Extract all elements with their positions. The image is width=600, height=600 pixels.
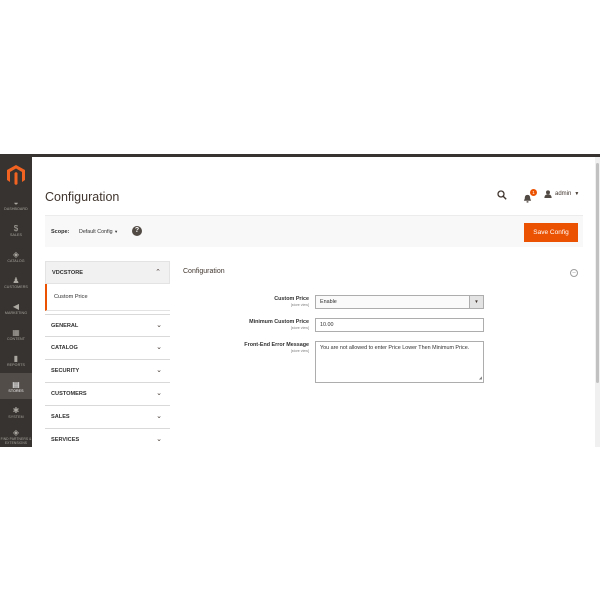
person-icon: ♟ xyxy=(12,275,20,285)
chevron-down-icon: ⌄ xyxy=(156,344,162,351)
resize-handle-icon[interactable]: ◢ xyxy=(479,374,482,381)
page-title: Configuration xyxy=(45,190,120,204)
textarea-value: You are not allowed to enter Price Lower… xyxy=(320,345,470,351)
tab-section-catalog[interactable]: CATALOG ⌄ xyxy=(45,337,170,360)
search-icon[interactable] xyxy=(497,190,507,203)
chevron-down-icon: ⌄ xyxy=(156,436,162,443)
tab-section-title: CUSTOMERS xyxy=(51,391,87,397)
nav-label: FIND PARTNERS & EXTENSIONS xyxy=(0,436,32,445)
layout-icon: ▦ xyxy=(12,327,20,337)
megaphone-icon: ◀ xyxy=(12,301,20,311)
page-scrollbar[interactable] xyxy=(595,157,600,447)
box-icon: ◈ xyxy=(12,427,20,437)
notification-badge: 1 xyxy=(530,189,537,196)
field-label: Custom Price [store view] xyxy=(274,296,309,307)
bar-chart-icon: ▮ xyxy=(13,353,19,363)
field-scope-text: [store view] xyxy=(290,326,309,330)
minimum-price-input[interactable]: 10.00 xyxy=(315,318,484,332)
dashboard-icon: ◒ xyxy=(13,197,19,207)
caret-down-icon: ▼ xyxy=(114,229,119,234)
tab-section-security[interactable]: SECURITY ⌄ xyxy=(45,360,170,383)
select-arrow-icon: ▼ xyxy=(469,296,483,308)
nav-label: MARKETING xyxy=(4,310,28,315)
nav-label: REPORTS xyxy=(6,362,25,367)
tab-section-title: GENERAL xyxy=(51,323,79,329)
scope-label: Scope: xyxy=(51,229,70,235)
section-title: Configuration xyxy=(183,268,225,275)
user-icon xyxy=(544,190,552,198)
scrollbar-thumb[interactable] xyxy=(596,163,599,383)
gear-icon: ✱ xyxy=(12,405,20,415)
tab-section-customers[interactable]: CUSTOMERS ⌄ xyxy=(45,383,170,406)
collapse-section-icon[interactable]: – xyxy=(570,269,578,277)
nav-item-reports[interactable]: ▮ REPORTS xyxy=(0,347,32,373)
tab-section-title: SALES xyxy=(51,414,70,420)
help-icon[interactable]: ? xyxy=(132,226,142,236)
chevron-down-icon: ⌄ xyxy=(156,390,162,397)
cube-icon: ◈ xyxy=(12,249,20,259)
tab-section-title: SECURITY xyxy=(51,368,80,374)
tab-section-sales[interactable]: SALES ⌄ xyxy=(45,406,170,429)
nav-item-customers[interactable]: ♟ CUSTOMERS xyxy=(0,269,32,295)
chevron-down-icon: ⌄ xyxy=(156,367,162,374)
tab-section-general[interactable]: GENERAL ⌄ xyxy=(45,314,170,337)
nav-item-content[interactable]: ▦ CONTENT xyxy=(0,321,32,347)
chevron-down-icon: ⌄ xyxy=(156,322,162,329)
scope-bar: Scope: Default Config ▼ ? Save Config xyxy=(45,215,583,247)
nav-item-marketing[interactable]: ◀ MARKETING xyxy=(0,295,32,321)
caret-down-icon: ▼ xyxy=(574,191,580,197)
scope-switcher[interactable]: Default Config ▼ xyxy=(79,229,118,235)
store-icon: ▤ xyxy=(12,379,20,389)
select-value: Enable xyxy=(320,299,337,305)
scope-value: Default Config xyxy=(79,229,113,235)
nav-item-catalog[interactable]: ◈ CATALOG xyxy=(0,243,32,269)
custom-price-select[interactable]: Enable ▼ xyxy=(315,295,484,309)
admin-screen: ◒ DASHBOARD $ SALES ◈ CATALOG ♟ CUSTOMER… xyxy=(0,154,600,447)
top-border xyxy=(0,154,600,157)
nav-label: SYSTEM xyxy=(8,414,24,419)
tab-section-title: SERVICES xyxy=(51,437,80,443)
header-actions: 1 admin ▼ xyxy=(497,189,579,203)
user-name: admin xyxy=(555,191,572,197)
chevron-down-icon: ⌄ xyxy=(156,413,162,420)
tab-section-title: VDCSTORE xyxy=(52,270,83,276)
tab-section-title: CATALOG xyxy=(51,345,78,351)
dollar-icon: $ xyxy=(13,223,19,233)
tab-item-custom-price[interactable]: Custom Price xyxy=(45,284,170,311)
nav-label: CATALOG xyxy=(7,258,25,263)
save-config-button[interactable]: Save Config xyxy=(524,223,578,242)
tab-section-services[interactable]: SERVICES ⌄ xyxy=(45,429,170,447)
notifications-button[interactable]: 1 xyxy=(523,189,537,203)
nav-label: CONTENT xyxy=(6,336,26,341)
chevron-up-icon: ⌃ xyxy=(155,269,161,276)
admin-sidebar: ◒ DASHBOARD $ SALES ◈ CATALOG ♟ CUSTOMER… xyxy=(0,157,32,447)
nav-item-system[interactable]: ✱ SYSTEM xyxy=(0,399,32,425)
field-label-text: Minimum Custom Price xyxy=(249,319,309,325)
error-message-textarea[interactable]: You are not allowed to enter Price Lower… xyxy=(315,341,484,383)
tab-item-label: Custom Price xyxy=(54,294,88,300)
nav-label: DASHBOARD xyxy=(4,206,28,211)
field-scope-text: [store view] xyxy=(290,303,309,307)
nav-item-partners[interactable]: ◈ FIND PARTNERS & EXTENSIONS xyxy=(0,424,32,447)
field-scope-text: [store view] xyxy=(290,349,309,353)
nav-item-stores[interactable]: ▤ STORES xyxy=(0,373,32,399)
nav-label: STORES xyxy=(8,388,24,393)
field-label: Minimum Custom Price [store view] xyxy=(249,319,309,330)
magento-logo-icon[interactable] xyxy=(4,164,28,186)
tab-section-vdcstore[interactable]: VDCSTORE ⌃ xyxy=(45,261,170,284)
nav-label: SALES xyxy=(9,232,23,237)
field-label-text: Custom Price xyxy=(274,296,309,302)
nav-item-sales[interactable]: $ SALES xyxy=(0,217,32,243)
nav-label: CUSTOMERS xyxy=(4,284,28,289)
nav-item-dashboard[interactable]: ◒ DASHBOARD xyxy=(0,191,32,217)
field-label: Front-End Error Message [store view] xyxy=(244,342,309,353)
user-menu[interactable]: admin ▼ xyxy=(544,190,579,198)
field-label-text: Front-End Error Message xyxy=(244,342,309,348)
